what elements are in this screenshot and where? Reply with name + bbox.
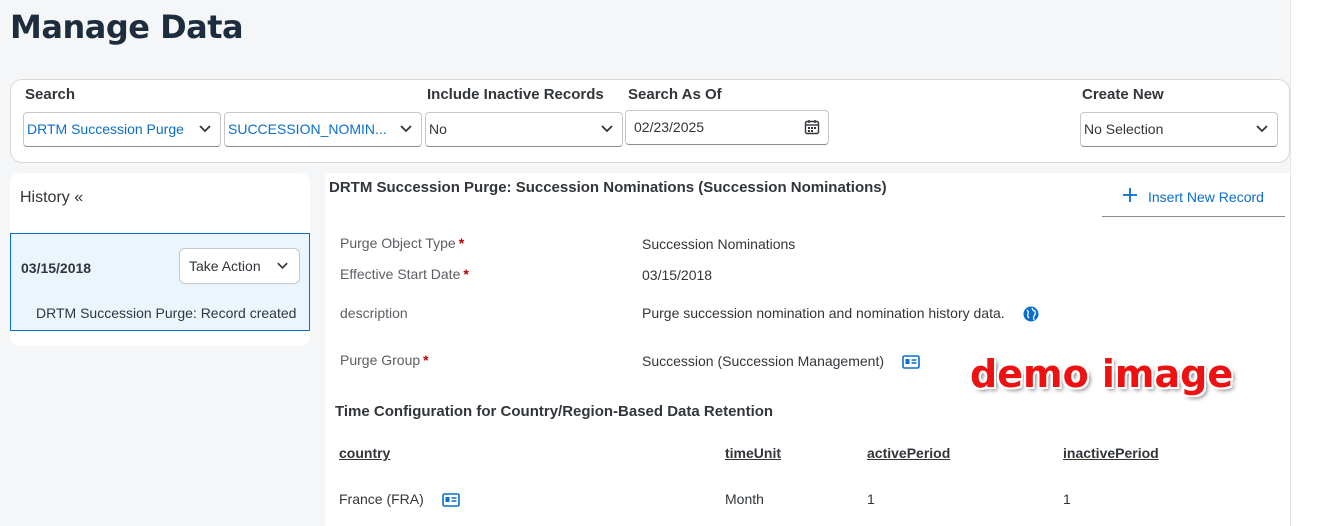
- include-inactive-select[interactable]: No: [425, 112, 623, 147]
- description-value-row: Purge succession nomination and nominati…: [642, 305, 1039, 322]
- demo-watermark: demo image: [970, 352, 1234, 396]
- page-title: Manage Data: [10, 8, 244, 46]
- history-panel: History « 03/15/2018 Take Action DRTM Su…: [10, 173, 310, 346]
- insert-new-record-button[interactable]: Insert New Record: [1102, 173, 1285, 217]
- calendar-icon[interactable]: [804, 119, 820, 135]
- chevron-down-icon: [199, 125, 211, 133]
- chevron-down-icon: [1256, 125, 1268, 133]
- search-as-of-label: Search As Of: [628, 86, 722, 103]
- purge-group-value: Succession (Succession Management): [642, 353, 885, 369]
- search-panel: Search DRTM Succession Purge SUCCESSION_…: [10, 79, 1290, 163]
- chevron-down-icon: [277, 262, 288, 270]
- object-instance-select[interactable]: SUCCESSION_NOMIN...: [224, 112, 422, 147]
- search-as-of-input[interactable]: 02/23/2025: [625, 110, 829, 145]
- column-header-country[interactable]: country: [339, 445, 390, 461]
- chevron-down-icon: [601, 125, 613, 133]
- create-new-select[interactable]: No Selection: [1080, 112, 1278, 147]
- column-header-inactiveperiod[interactable]: inactivePeriod: [1063, 445, 1159, 461]
- object-type-select[interactable]: DRTM Succession Purge: [23, 112, 221, 147]
- take-action-label: Take Action: [189, 258, 261, 274]
- field-label: Effective Start Date *: [340, 266, 469, 282]
- record-panel: DRTM Succession Purge: Succession Nomina…: [325, 173, 1290, 526]
- object-type-value: DRTM Succession Purge: [27, 121, 184, 137]
- field-label: Purge Object Type *: [340, 235, 465, 251]
- field-label: description: [340, 305, 408, 321]
- description-value: Purge succession nomination and nominati…: [642, 305, 1005, 321]
- globe-icon[interactable]: [1023, 306, 1039, 322]
- history-item[interactable]: 03/15/2018 Take Action DRTM Succession P…: [10, 233, 310, 331]
- table-row: France (FRA): [339, 491, 460, 508]
- plus-icon: [1123, 188, 1137, 202]
- object-instance-value: SUCCESSION_NOMIN...: [228, 121, 387, 137]
- column-header-activeperiod[interactable]: activePeriod: [867, 445, 950, 461]
- create-new-value: No Selection: [1084, 121, 1164, 137]
- record-title: DRTM Succession Purge: Succession Nomina…: [329, 179, 887, 196]
- timeunit-cell: Month: [725, 491, 764, 507]
- take-action-button[interactable]: Take Action: [179, 248, 300, 284]
- include-inactive-value: No: [429, 121, 447, 137]
- retention-section-title: Time Configuration for Country/Region-Ba…: [335, 403, 774, 420]
- chevron-down-icon: [400, 125, 412, 133]
- right-edge-strip: [1290, 0, 1323, 526]
- search-as-of-value: 02/23/2025: [634, 119, 705, 135]
- history-collapse-toggle[interactable]: History «: [20, 189, 83, 207]
- id-card-icon[interactable]: [902, 355, 920, 370]
- purge-object-type-value: Succession Nominations: [642, 236, 796, 252]
- id-card-icon[interactable]: [441, 493, 460, 508]
- inactiveperiod-cell: 1: [1063, 491, 1071, 507]
- history-item-description: DRTM Succession Purge: Record created: [36, 305, 297, 321]
- history-item-date: 03/15/2018: [21, 260, 92, 276]
- effective-start-date-value: 03/15/2018: [642, 267, 713, 283]
- search-label: Search: [25, 86, 76, 103]
- include-inactive-label: Include Inactive Records: [427, 86, 604, 103]
- country-cell: France (FRA): [339, 491, 424, 507]
- field-label: Purge Group *: [340, 352, 429, 368]
- insert-new-record-label: Insert New Record: [1148, 189, 1264, 205]
- create-new-label: Create New: [1082, 86, 1164, 103]
- column-header-timeunit[interactable]: timeUnit: [725, 445, 781, 461]
- activeperiod-cell: 1: [867, 491, 875, 507]
- purge-group-value-row: Succession (Succession Management): [642, 353, 920, 370]
